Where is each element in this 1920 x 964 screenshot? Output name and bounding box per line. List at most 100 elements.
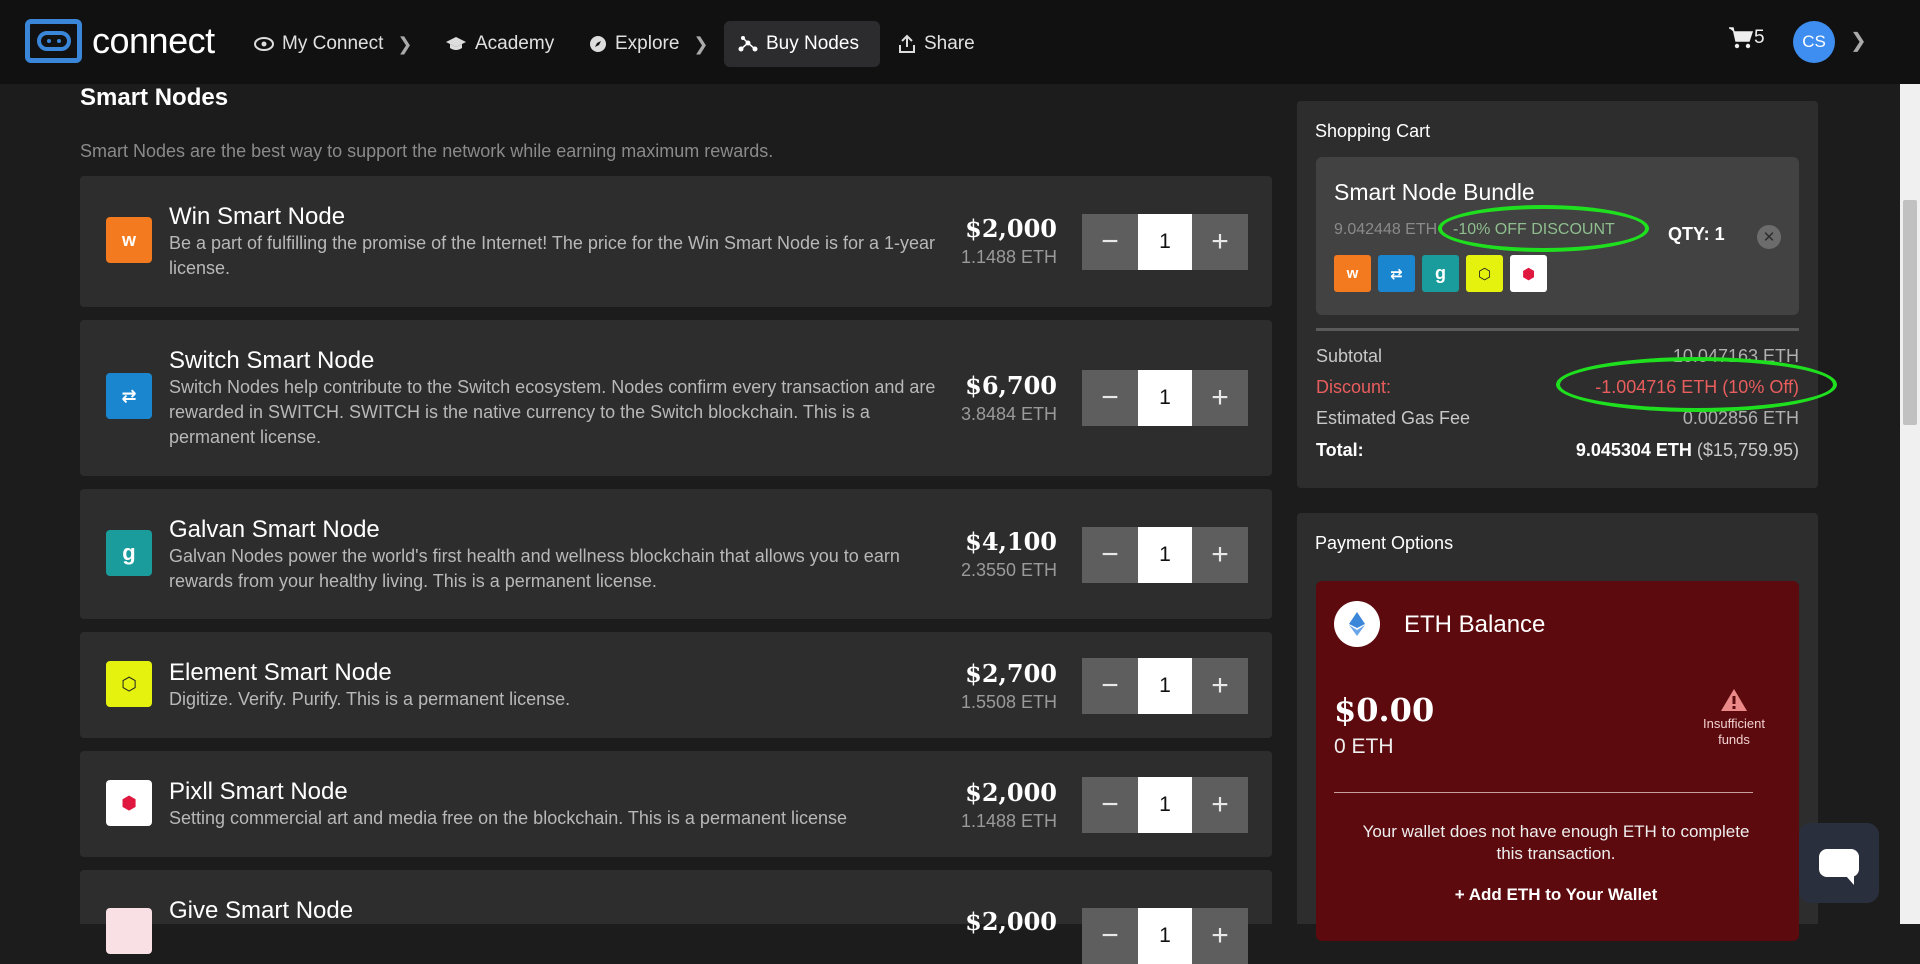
node-name: Pixll Smart Node <box>169 778 348 805</box>
scrollbar-thumb[interactable] <box>1903 200 1917 425</box>
decrement-button[interactable]: − <box>1082 777 1138 833</box>
quantity-input[interactable]: 1 <box>1138 658 1192 714</box>
node-eth: 1.5508 ETH <box>960 692 1057 712</box>
node-eth: 3.8484 ETH <box>960 404 1057 424</box>
increment-button[interactable]: + <box>1192 908 1248 964</box>
nav-explore[interactable]: Explore ❯ <box>575 21 723 67</box>
node-eth: 2.3550 ETH <box>960 560 1057 580</box>
give-logo-icon <box>106 908 152 954</box>
node-description: Be a part of fulfilling the promise of t… <box>169 233 936 278</box>
chevron-right-icon: ❯ <box>397 33 413 54</box>
chat-icon <box>1819 849 1859 885</box>
pixll-logo-icon: ⬢ <box>106 780 152 826</box>
bundle-node-icons: w ⇄ g ⬡ ⬢ <box>1334 255 1547 292</box>
chevron-right-icon: ❯ <box>693 33 709 54</box>
node-card-win: w Win Smart Node Be a part of fulfilling… <box>80 176 1272 307</box>
cart-count: 5 <box>1754 27 1765 48</box>
node-card-switch: ⇄ Switch Smart Node Switch Nodes help co… <box>80 320 1272 476</box>
node-name: Element Smart Node <box>169 659 392 686</box>
discount-label: Discount: <box>1316 377 1392 397</box>
graduation-cap-icon <box>446 37 466 50</box>
total-usd: ($15,759.95) <box>1696 440 1799 460</box>
total-eth: 9.045304 ETH <box>1575 440 1692 460</box>
node-card-galvan: g Galvan Smart Node Galvan Nodes power t… <box>80 489 1272 619</box>
quantity-stepper: − 1 + <box>1082 527 1248 583</box>
share-icon <box>899 34 915 53</box>
switch-logo-icon: ⇄ <box>106 373 152 419</box>
balance-eth: 0 ETH <box>1334 735 1394 758</box>
quantity-stepper: − 1 + <box>1082 370 1248 426</box>
cart-button[interactable]: 5 <box>1728 26 1765 50</box>
quantity-input[interactable]: 1 <box>1138 527 1192 583</box>
node-description: Galvan Nodes power the world's first hea… <box>169 546 900 591</box>
divider <box>1316 328 1799 331</box>
decrement-button[interactable]: − <box>1082 214 1138 270</box>
compass-icon <box>590 36 606 52</box>
increment-button[interactable]: + <box>1192 214 1248 270</box>
node-card-pixll: ⬢ Pixll Smart Node Setting commercial ar… <box>80 751 1272 857</box>
warning-text: Insufficient funds <box>1703 716 1765 747</box>
gas-fee-label: Estimated Gas Fee <box>1316 408 1471 428</box>
eth-balance-card[interactable]: ETH Balance $0.00 0 ETH Insufficient fun… <box>1316 581 1799 941</box>
quantity-input[interactable]: 1 <box>1138 777 1192 833</box>
warning-icon <box>1721 689 1747 711</box>
node-name: Switch Smart Node <box>169 347 375 374</box>
node-name: Give Smart Node <box>169 897 354 924</box>
increment-button[interactable]: + <box>1192 777 1248 833</box>
pixll-logo-icon: ⬢ <box>1510 255 1547 292</box>
increment-button[interactable]: + <box>1192 658 1248 714</box>
total-label: Total: <box>1316 440 1364 460</box>
quantity-stepper: − 1 + <box>1082 214 1248 270</box>
nav-share[interactable]: Share <box>884 21 989 67</box>
quantity-stepper: − 1 + <box>1082 777 1248 833</box>
nav-buy-nodes[interactable]: Buy Nodes <box>724 21 880 67</box>
logo[interactable]: connect <box>25 19 215 63</box>
highlight-ellipse <box>1438 205 1649 252</box>
nav-my-connect[interactable]: My Connect ❯ <box>240 21 426 67</box>
page-title: Smart Nodes <box>80 84 229 111</box>
payment-options-panel: Payment Options ETH Balance $0.00 0 ETH … <box>1297 513 1818 941</box>
decrement-button[interactable]: − <box>1082 527 1138 583</box>
nav-academy[interactable]: Academy <box>431 21 568 67</box>
win-logo-icon: w <box>1334 255 1371 292</box>
top-nav: connect My Connect ❯ Academy Explore ❯ B… <box>0 0 1920 84</box>
subtotal-label: Subtotal <box>1316 346 1383 366</box>
chat-button[interactable] <box>1799 823 1879 903</box>
remove-item-button[interactable]: ✕ <box>1757 225 1781 249</box>
node-price: $2,000 <box>965 778 1057 807</box>
insufficient-funds-warning: Insufficient funds <box>1692 688 1776 748</box>
decrement-button[interactable]: − <box>1082 908 1138 964</box>
balance-usd: $0.00 <box>1334 691 1435 729</box>
decrement-button[interactable]: − <box>1082 658 1138 714</box>
element-logo-icon: ⬡ <box>1466 255 1503 292</box>
nav-label: My Connect <box>282 33 384 54</box>
quantity-input[interactable]: 1 <box>1138 370 1192 426</box>
node-description: Setting commercial art and media free on… <box>169 808 848 828</box>
bundle-name: Smart Node Bundle <box>1334 179 1535 205</box>
payment-message: Your wallet does not have enough ETH to … <box>1362 822 1750 863</box>
node-card-element: ⬡ Element Smart Node Digitize. Verify. P… <box>80 632 1272 738</box>
avatar[interactable]: CS <box>1793 21 1835 63</box>
node-name: Galvan Smart Node <box>169 516 380 543</box>
chevron-right-icon[interactable]: ❯ <box>1850 28 1867 53</box>
node-description: Switch Nodes help contribute to the Swit… <box>169 377 936 447</box>
node-eth: 1.1488 ETH <box>960 811 1057 831</box>
page-subtitle: Smart Nodes are the best way to support … <box>80 141 774 161</box>
bundle-eth: 9.042448 ETH <box>1334 221 1438 238</box>
payment-method-name: ETH Balance <box>1404 611 1546 638</box>
add-eth-link[interactable]: + Add ETH to Your Wallet <box>1356 885 1756 905</box>
node-price: $2,000 <box>965 214 1057 243</box>
cart-icon <box>1729 27 1754 49</box>
total-row: Total: 9.045304 ETH ($15,759.95) <box>1316 440 1799 461</box>
nav-label: Share <box>924 33 975 54</box>
logo-text: connect <box>92 20 215 61</box>
node-price: $2,700 <box>965 659 1057 688</box>
quantity-input[interactable]: 1 <box>1138 214 1192 270</box>
divider <box>1334 792 1753 793</box>
increment-button[interactable]: + <box>1192 527 1248 583</box>
shopping-cart-panel: Shopping Cart Smart Node Bundle 9.042448… <box>1297 101 1837 488</box>
increment-button[interactable]: + <box>1192 370 1248 426</box>
switch-logo-icon: ⇄ <box>1378 255 1415 292</box>
decrement-button[interactable]: − <box>1082 370 1138 426</box>
quantity-input[interactable]: 1 <box>1138 908 1192 964</box>
